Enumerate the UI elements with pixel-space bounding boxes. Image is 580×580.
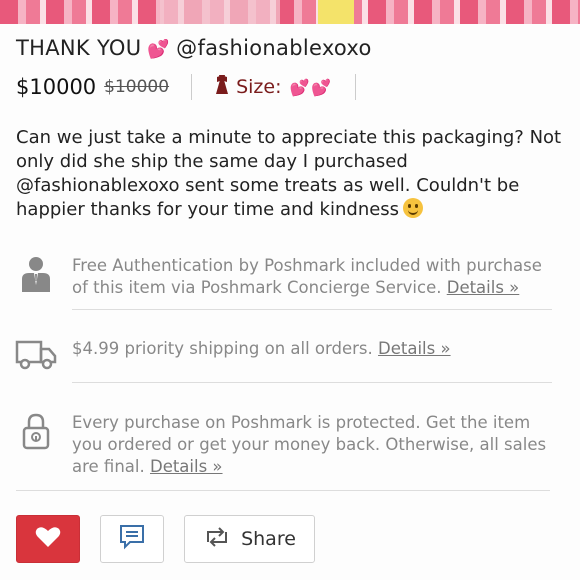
price-divider bbox=[191, 74, 193, 100]
auth-details-link[interactable]: Details » bbox=[447, 278, 520, 297]
size-label: Size: bbox=[236, 76, 282, 98]
like-button[interactable] bbox=[16, 515, 80, 563]
lock-icon bbox=[14, 412, 58, 450]
protect-text: Every purchase on Poshmark is protected.… bbox=[72, 413, 547, 476]
shipping-details-link[interactable]: Details » bbox=[378, 339, 451, 358]
price-row: $10000 $10000 Size: 💕💕 bbox=[16, 72, 378, 102]
shipping-text: $4.99 priority shipping on all orders. bbox=[72, 339, 373, 358]
listing-title: THANK YOU 💕 @fashionablexoxo bbox=[16, 36, 372, 60]
heart-icon bbox=[35, 526, 61, 552]
section-divider bbox=[16, 490, 550, 491]
photo-ribbon bbox=[318, 0, 354, 24]
listing-photo-edge[interactable] bbox=[0, 0, 580, 24]
protection-info: Every purchase on Poshmark is protected.… bbox=[14, 412, 568, 478]
shipping-info: $4.99 priority shipping on all orders. D… bbox=[14, 338, 568, 370]
share-button[interactable]: Share bbox=[184, 515, 315, 563]
description-text: Can we just take a minute to appreciate … bbox=[16, 127, 562, 220]
protect-details-link[interactable]: Details » bbox=[150, 457, 223, 476]
title-prefix: THANK YOU bbox=[16, 36, 142, 60]
section-divider bbox=[72, 382, 552, 383]
comment-icon bbox=[118, 524, 146, 554]
comment-button[interactable] bbox=[100, 515, 164, 563]
photo-paper bbox=[160, 0, 280, 24]
title-handle: @fashionablexoxo bbox=[176, 36, 372, 60]
share-label: Share bbox=[241, 528, 296, 550]
listing-price: $10000 bbox=[16, 75, 97, 99]
listing-description: Can we just take a minute to appreciate … bbox=[16, 126, 566, 222]
size-divider bbox=[355, 74, 357, 100]
truck-icon bbox=[14, 338, 58, 370]
smiley-face-icon bbox=[403, 198, 424, 218]
size-hearts-icon: 💕💕 bbox=[289, 77, 334, 97]
dress-icon bbox=[214, 74, 230, 100]
section-divider bbox=[72, 309, 552, 310]
authentication-info: Free Authentication by Poshmark included… bbox=[14, 255, 568, 299]
two-hearts-icon: 💕 bbox=[147, 39, 171, 60]
share-arrows-icon bbox=[203, 526, 231, 552]
concierge-person-icon bbox=[14, 255, 58, 293]
original-price: $10000 bbox=[104, 77, 170, 97]
